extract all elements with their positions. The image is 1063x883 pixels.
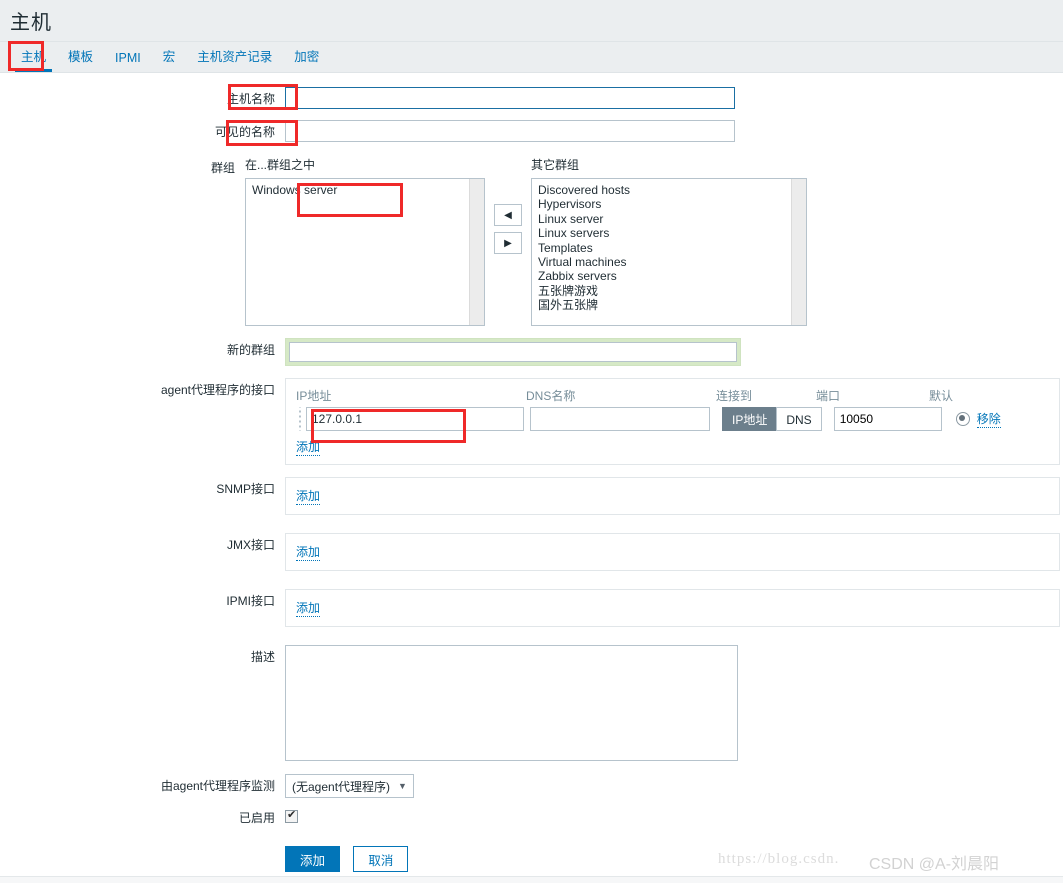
column-header-ip: IP地址 <box>296 387 526 404</box>
add-snmp-interface-link[interactable]: 添加 <box>296 487 320 505</box>
snmp-interface-label: SNMP接口 <box>0 477 285 501</box>
new-group-multiselect[interactable] <box>285 338 741 366</box>
monitored-by-proxy-label: 由agent代理程序监测 <box>0 774 285 798</box>
new-group-label: 新的群组 <box>0 338 285 362</box>
field-row-enabled: 已启用 <box>0 806 1063 830</box>
snmp-interface-container: 添加 <box>285 477 1060 515</box>
tab-macros[interactable]: 宏 <box>152 46 187 72</box>
add-jmx-interface-link[interactable]: 添加 <box>296 543 320 561</box>
default-radio[interactable] <box>956 412 970 426</box>
new-group-input[interactable] <box>289 342 737 362</box>
list-item[interactable]: Linux servers <box>532 226 806 240</box>
enabled-label: 已启用 <box>0 806 285 830</box>
agent-interface-row: IP地址 DNS 移除 <box>296 407 1049 431</box>
host-form: 主机名称 可见的名称 群组 在...群组之中 Windows server <box>0 73 1063 872</box>
field-row-monitored-by-proxy: 由agent代理程序监测 (无agent代理程序) ▼ <box>0 774 1063 798</box>
other-groups-scrollbar[interactable] <box>791 179 806 325</box>
enabled-checkbox[interactable] <box>285 810 298 823</box>
watermark-url: https://blog.csdn. <box>718 851 839 868</box>
connect-to-ip-option[interactable]: IP地址 <box>722 407 776 431</box>
in-groups-listbox[interactable]: Windows server <box>245 178 485 326</box>
agent-interface-container: IP地址 DNS名称 连接到 端口 默认 IP地址 DNS <box>285 378 1060 465</box>
list-item[interactable]: 国外五张牌 <box>532 298 806 312</box>
field-row-jmx-interface: JMX接口 添加 <box>0 533 1063 571</box>
other-groups-header: 其它群组 <box>531 156 807 174</box>
bottom-area <box>0 877 1063 883</box>
list-item[interactable]: Virtual machines <box>532 255 806 269</box>
interface-port-input[interactable] <box>834 407 942 431</box>
field-row-snmp-interface: SNMP接口 添加 <box>0 477 1063 515</box>
list-item[interactable]: Hypervisors <box>532 197 806 211</box>
column-header-port: 端口 <box>816 387 929 404</box>
move-left-button[interactable]: ◀ <box>494 204 522 226</box>
in-groups-scrollbar[interactable] <box>469 179 484 325</box>
field-row-new-group: 新的群组 <box>0 338 1063 366</box>
field-row-agent-interface: agent代理程序的接口 IP地址 DNS名称 连接到 端口 默认 IP地址 D… <box>0 378 1063 465</box>
watermark-brand: CSDN @A-刘晨阳 <box>869 850 999 874</box>
group-transfer-buttons: ◀ ▶ <box>485 156 531 260</box>
proxy-select-value: (无agent代理程序) <box>292 778 390 795</box>
jmx-interface-label: JMX接口 <box>0 533 285 557</box>
list-item[interactable]: Zabbix servers <box>532 269 806 283</box>
field-row-ipmi-interface: IPMI接口 添加 <box>0 589 1063 627</box>
interface-default-cell: 移除 <box>956 410 1001 428</box>
list-item[interactable]: Discovered hosts <box>532 183 806 197</box>
host-name-label: 主机名称 <box>0 87 285 111</box>
column-header-connect-to: 连接到 <box>716 387 816 404</box>
other-groups-listbox[interactable]: Discovered hosts Hypervisors Linux serve… <box>531 178 807 326</box>
field-row-visible-name: 可见的名称 <box>0 120 1063 144</box>
proxy-select[interactable]: (无agent代理程序) ▼ <box>285 774 414 798</box>
visible-name-label: 可见的名称 <box>0 120 285 144</box>
description-textarea[interactable] <box>285 645 738 761</box>
in-groups-column: 在...群组之中 Windows server <box>245 156 485 326</box>
tab-templates[interactable]: 模板 <box>57 46 104 72</box>
list-item[interactable]: Templates <box>532 241 806 255</box>
cancel-button[interactable]: 取消 <box>353 846 408 872</box>
column-header-dns: DNS名称 <box>526 387 716 404</box>
page-header: 主机 <box>0 0 1063 41</box>
column-header-default: 默认 <box>929 387 999 404</box>
host-name-input[interactable] <box>285 87 735 109</box>
add-agent-interface-link[interactable]: 添加 <box>296 438 320 456</box>
field-row-host-name: 主机名称 <box>0 87 1063 111</box>
in-groups-list: Windows server <box>246 179 484 197</box>
tab-bar: 主机 模板 IPMI 宏 主机资产记录 加密 <box>0 41 1063 73</box>
visible-name-input[interactable] <box>285 120 735 142</box>
remove-interface-link[interactable]: 移除 <box>977 410 1001 428</box>
interface-dns-input[interactable] <box>530 407 710 431</box>
field-row-description: 描述 <box>0 645 1063 764</box>
interface-ip-input[interactable] <box>306 407 524 431</box>
groups-label: 群组 <box>0 156 245 180</box>
ipmi-interface-label: IPMI接口 <box>0 589 285 613</box>
other-groups-column: 其它群组 Discovered hosts Hypervisors Linux … <box>531 156 807 326</box>
other-groups-list: Discovered hosts Hypervisors Linux serve… <box>532 179 806 313</box>
tab-host-inventory[interactable]: 主机资产记录 <box>186 46 283 72</box>
connect-to-dns-option[interactable]: DNS <box>776 407 821 431</box>
field-row-groups: 群组 在...群组之中 Windows server ◀ ▶ 其它群组 <box>0 156 1063 326</box>
tab-encryption[interactable]: 加密 <box>283 46 330 72</box>
in-groups-header: 在...群组之中 <box>245 156 485 174</box>
tab-ipmi[interactable]: IPMI <box>104 51 152 72</box>
move-right-button[interactable]: ▶ <box>494 232 522 254</box>
ipmi-interface-container: 添加 <box>285 589 1060 627</box>
submit-button[interactable]: 添加 <box>285 846 340 872</box>
tab-host[interactable]: 主机 <box>10 46 57 72</box>
connect-to-toggle: IP地址 DNS <box>722 407 822 431</box>
list-item[interactable]: 五张牌游戏 <box>532 284 806 298</box>
list-item[interactable]: Windows server <box>246 183 484 197</box>
drag-handle-icon[interactable] <box>296 407 304 431</box>
add-ipmi-interface-link[interactable]: 添加 <box>296 599 320 617</box>
description-label: 描述 <box>0 645 285 669</box>
agent-interface-column-headers: IP地址 DNS名称 连接到 端口 默认 <box>296 387 1049 404</box>
page-title: 主机 <box>10 6 52 35</box>
agent-interface-label: agent代理程序的接口 <box>0 378 285 402</box>
jmx-interface-container: 添加 <box>285 533 1060 571</box>
list-item[interactable]: Linux server <box>532 212 806 226</box>
chevron-down-icon: ▼ <box>398 781 407 791</box>
